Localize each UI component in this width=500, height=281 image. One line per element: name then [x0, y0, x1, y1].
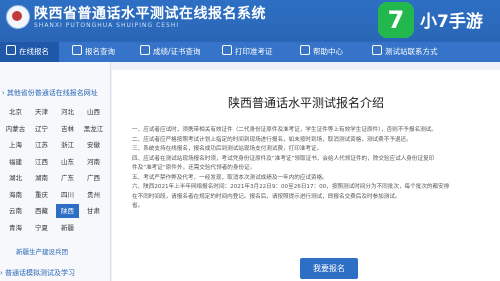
help-icon	[300, 45, 310, 55]
contact-icon	[372, 45, 382, 55]
badge-text: 小7手游	[420, 12, 483, 32]
province-link[interactable]: 辽宁	[30, 122, 53, 136]
province-link[interactable]: 贵州	[82, 188, 105, 202]
site-title: 陕西省普通话水平测试在线报名系统	[34, 6, 266, 22]
intro-paragraph: 省。	[132, 203, 144, 209]
main-panel: 陕西普通话水平测试报名介绍 一、应试者应试时，须携带相关有效证件（二代身份证原件…	[112, 70, 500, 281]
nav-label: 帮助中心	[313, 47, 343, 56]
watermark-badge: 7 小7手游	[376, 2, 494, 40]
province-link[interactable]: 甘肃	[82, 204, 105, 218]
province-link[interactable]: 广西	[82, 171, 105, 185]
province-link[interactable]: 重庆	[30, 188, 53, 202]
province-link[interactable]: 河南	[82, 155, 105, 169]
nav-score-query[interactable]: 成绩/证书查询	[140, 42, 201, 62]
sidebar-heading: › 其他省份普通话在线报名网址	[0, 86, 110, 100]
apply-button[interactable]: 我要报名	[300, 258, 358, 279]
sidebar: › 其他省份普通话在线报名网址 北京 天津 河北 山西内蒙古 辽宁 吉林 黑龙江上海 江苏 浙江安…	[0, 62, 111, 281]
province-link[interactable]: 湖北	[4, 171, 27, 185]
province-link[interactable]: 天津	[30, 105, 53, 119]
province-link[interactable]: 吉林	[56, 122, 79, 136]
province-link[interactable]: 浙江	[56, 138, 79, 152]
nav-label: 报名查询	[85, 47, 115, 56]
sidebar-footer-label: 普通话模拟测试及学习	[5, 269, 76, 277]
intro-paragraph: 四、应试者在测试站现场报名时须，考试凭身份证原件及“准考证”领取证书，会给人代领…	[132, 155, 435, 162]
province-link[interactable]: 西藏	[30, 204, 53, 218]
sidebar-link-bingtuan[interactable]: 新疆生产建设兵团	[16, 246, 68, 256]
province-link[interactable]: 河北	[56, 105, 79, 119]
badge-logo-icon: 7	[378, 2, 414, 38]
nav-contact[interactable]: 测试站联系方式	[372, 42, 438, 62]
intro-paragraph: 件及“准考证”原件外，还需交验代领者的身份证。	[132, 165, 256, 171]
province-link[interactable]: 四川	[56, 188, 79, 202]
nav-label: 测试站联系方式	[385, 47, 438, 56]
province-link[interactable]: 北京	[4, 105, 27, 119]
nav-label: 在线报名	[19, 47, 49, 56]
print-icon	[222, 45, 232, 55]
province-link[interactable]: 湖南	[30, 171, 53, 185]
sidebar-footer[interactable]: › 普通话模拟测试及学习	[0, 266, 110, 281]
province-link[interactable]: 内蒙古	[4, 122, 27, 136]
province-link[interactable]: 宁夏	[30, 221, 53, 235]
nav-print-ticket[interactable]: 打印准考证	[222, 42, 273, 62]
nav-label: 成绩/证书查询	[153, 47, 201, 56]
page-title: 陕西普通话水平测试报名介绍	[227, 96, 384, 110]
intro-paragraph: 五、考试严禁作弊及代考，一经发现，取消本次测试成绩及一年内的应试资格。	[132, 174, 328, 181]
search-icon	[72, 45, 82, 55]
province-link	[82, 221, 105, 235]
province-link[interactable]: 福建	[4, 155, 27, 169]
site-logo	[6, 5, 30, 29]
province-link[interactable]: 陕西	[56, 204, 79, 218]
intro-paragraph: 三、系统支持在线报名，报名成功后到测试站现场支付测试费，打印准考证。	[132, 146, 323, 152]
sidebar-heading-label: 其他省份普通话在线报名网址	[6, 89, 98, 97]
main-nav: 在线报名 报名查询 成绩/证书查询 打印准考证 帮助中心 测试站联系方式	[0, 42, 500, 62]
home-icon	[6, 45, 16, 55]
province-link[interactable]: 广东	[56, 171, 79, 185]
certificate-icon	[140, 45, 150, 55]
province-link[interactable]: 黑龙江	[82, 122, 105, 136]
intro-paragraph: 在不同时间段，请报名者在规定的时间内登记。报名后，请按照提示进行测试，即报名交费…	[132, 193, 401, 200]
province-link[interactable]: 新疆	[56, 221, 79, 235]
nav-help[interactable]: 帮助中心	[300, 42, 343, 62]
chevron-right-icon: ›	[2, 89, 5, 97]
province-link[interactable]: 安徽	[82, 138, 105, 152]
province-link[interactable]: 云南	[4, 204, 27, 218]
intro-paragraph: 六、陕西2021年上半年网络报名时间：2021年3月22日9：00至26日17：…	[132, 184, 450, 190]
province-link[interactable]: 上海	[4, 138, 27, 152]
nav-label: 打印准考证	[235, 47, 273, 56]
province-link[interactable]: 山西	[82, 105, 105, 119]
province-link[interactable]: 山东	[56, 155, 79, 169]
intro-paragraph: 二、应试者应严格按照考试计划上指定的时间到现场进行报名，如未按时到场，取消测试资…	[132, 136, 412, 143]
province-link[interactable]: 江西	[30, 155, 53, 169]
site-subtitle: SHANXI PUTONGHUA SHUIPING CESHI	[34, 22, 180, 29]
site-header: 陕西省普通话水平测试在线报名系统 SHANXI PUTONGHUA SHUIPI…	[0, 0, 500, 42]
province-link[interactable]: 江苏	[30, 138, 53, 152]
province-link[interactable]: 青海	[4, 221, 27, 235]
intro-paragraph: 一、应试者应试时，须携带相关有效证件（二代身份证原件及准考证，学生证件等上有效学…	[132, 127, 437, 133]
nav-apply-query[interactable]: 报名查询	[72, 42, 115, 62]
nav-online-apply[interactable]: 在线报名	[0, 42, 59, 62]
province-link[interactable]: 海南	[4, 188, 27, 202]
